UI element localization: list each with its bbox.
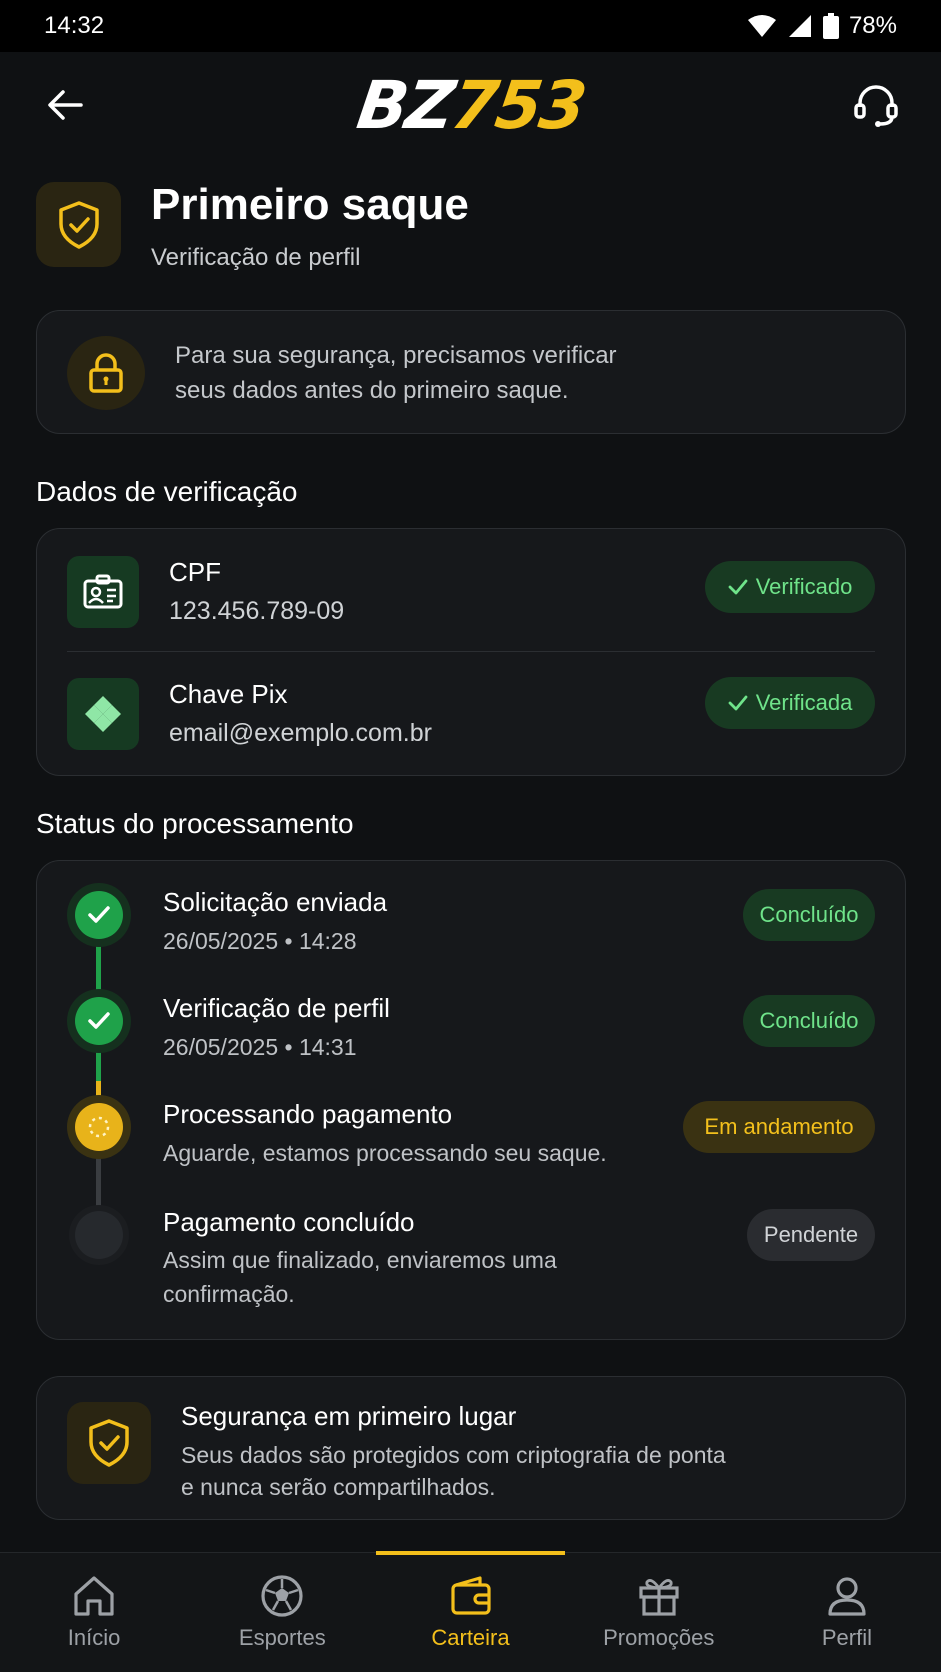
- security-info-card: Segurança em primeiro lugar Seus dados s…: [36, 1376, 906, 1520]
- security-title: Segurança em primeiro lugar: [181, 1401, 517, 1431]
- logo-letters: BZ: [352, 66, 458, 144]
- security-desc: Seus dados são protegidos com criptograf…: [181, 1439, 726, 1503]
- status-time: 14:32: [44, 12, 105, 39]
- pix-icon: [85, 696, 121, 732]
- verification-row-pix: Chave Pix email@exemplo.com.br Verificad…: [37, 651, 905, 771]
- processing-section-title: Status do processamento: [36, 808, 354, 839]
- step-desc: 26/05/2025 • 14:28: [163, 928, 357, 954]
- logo-number: 753: [446, 66, 589, 144]
- verify-label: CPF: [169, 557, 221, 587]
- status-bar: 14:32 78%: [0, 0, 941, 52]
- nav-label: Perfil: [821, 1625, 872, 1650]
- step-title: Processando pagamento: [163, 1099, 453, 1129]
- step-title: Solicitação enviada: [163, 887, 388, 917]
- app-header: BZ753: [0, 52, 941, 158]
- status-badge: Verificado: [705, 561, 875, 613]
- step-dot-done: [75, 891, 123, 939]
- headset-icon: [854, 85, 898, 127]
- status-badge: Concluído: [743, 995, 875, 1047]
- home-icon: [74, 1576, 114, 1616]
- nav-item-inicio[interactable]: Início: [0, 1553, 188, 1672]
- check-icon: [88, 906, 110, 923]
- step-desc: Assim que finalizado, enviaremos uma con…: [163, 1243, 557, 1311]
- notice-line-2: seus dados antes do primeiro saque.: [175, 377, 569, 404]
- step-dot-done: [75, 997, 123, 1045]
- status-badge-label: Concluído: [759, 1008, 859, 1033]
- nav-label: Carteira: [431, 1625, 510, 1650]
- step-dot-active: [75, 1103, 123, 1151]
- lock-icon: [89, 353, 123, 393]
- status-badge-label: Concluído: [759, 902, 859, 927]
- security-notice-card: Para sua segurança, precisamos verificar…: [36, 310, 906, 434]
- status-badge: Pendente: [747, 1209, 875, 1261]
- step-desc-line-2: confirmação.: [163, 1281, 295, 1307]
- status-badge-label: Pendente: [763, 1222, 859, 1247]
- brand-logo: BZ753: [352, 67, 589, 144]
- back-button[interactable]: [40, 80, 90, 130]
- verify-icon-wrap: [67, 556, 139, 628]
- verification-section-title: Dados de verificação: [36, 476, 298, 507]
- status-badge: Verificada: [705, 677, 875, 729]
- notice-text: Para sua segurança, precisamos verificar…: [175, 338, 617, 408]
- security-desc-line-1: Seus dados são protegidos com criptograf…: [181, 1442, 726, 1468]
- step-desc: 26/05/2025 • 14:31: [163, 1034, 357, 1060]
- page-header: Primeiro saque Verificação de perfil: [36, 180, 906, 280]
- user-icon: [828, 1577, 866, 1616]
- signal-icon: [788, 15, 811, 37]
- shield-check-icon: [89, 1419, 129, 1467]
- status-icons: 78%: [747, 12, 897, 40]
- wifi-icon: [747, 15, 776, 37]
- check-icon: [728, 579, 748, 595]
- step-desc: Aguarde, estamos processando seu saque.: [163, 1140, 607, 1166]
- id-card-icon: [83, 574, 123, 609]
- nav-label: Promoções: [603, 1625, 715, 1650]
- nav-item-carteira[interactable]: Carteira: [376, 1551, 565, 1672]
- page-subtitle: Verificação de perfil: [151, 244, 361, 271]
- notice-icon-wrap: [67, 336, 145, 410]
- bottom-nav: Início Esportes Carteira Promoções Perfi…: [0, 1551, 941, 1672]
- shield-check-icon: [58, 200, 99, 249]
- arrow-left-icon: [48, 90, 83, 120]
- title-icon-wrap: [36, 182, 121, 267]
- verify-icon-wrap: [67, 678, 139, 750]
- nav-item-perfil[interactable]: Perfil: [753, 1553, 941, 1672]
- verify-label: Chave Pix: [169, 679, 288, 709]
- wallet-icon: [450, 1576, 491, 1615]
- processing-steps-card: Solicitação enviada 26/05/2025 • 14:28 C…: [36, 860, 906, 1340]
- verify-value: 123.456.789-09: [169, 597, 345, 625]
- soccer-ball-icon: [261, 1575, 303, 1617]
- step-desc-line-1: Assim que finalizado, enviaremos uma: [163, 1247, 557, 1273]
- check-icon: [88, 1012, 110, 1029]
- battery-percent: 78%: [848, 12, 897, 39]
- battery-icon: [822, 13, 839, 39]
- verification-row-cpf: CPF 123.456.789-09 Verificado: [37, 529, 905, 649]
- step-title: Pagamento concluído: [163, 1207, 415, 1237]
- verification-card: CPF 123.456.789-09 Verificado Chave Pix …: [36, 528, 906, 776]
- page-title: Primeiro saque: [151, 180, 469, 229]
- status-badge: Em andamento: [683, 1101, 875, 1153]
- status-badge-label: Verificada: [755, 690, 853, 715]
- step-title: Verificação de perfil: [163, 993, 390, 1023]
- gift-icon: [639, 1579, 679, 1616]
- check-icon: [728, 695, 748, 711]
- notice-line-1: Para sua segurança, precisamos verificar: [175, 342, 617, 369]
- support-button[interactable]: [851, 80, 901, 130]
- security-desc-line-2: e nunca serão compartilhados.: [181, 1474, 496, 1500]
- nav-item-esportes[interactable]: Esportes: [188, 1553, 376, 1672]
- status-badge: Concluído: [743, 889, 875, 941]
- nav-item-promocoes[interactable]: Promoções: [565, 1553, 753, 1672]
- status-badge-label: Em andamento: [704, 1114, 854, 1139]
- nav-label: Esportes: [238, 1625, 326, 1650]
- spinner-icon: [88, 1116, 110, 1138]
- step-dot-pending: [75, 1211, 123, 1259]
- security-icon-wrap: [67, 1402, 151, 1484]
- nav-label: Início: [67, 1625, 121, 1650]
- status-badge-label: Verificado: [755, 574, 853, 599]
- verify-value: email@exemplo.com.br: [169, 719, 432, 747]
